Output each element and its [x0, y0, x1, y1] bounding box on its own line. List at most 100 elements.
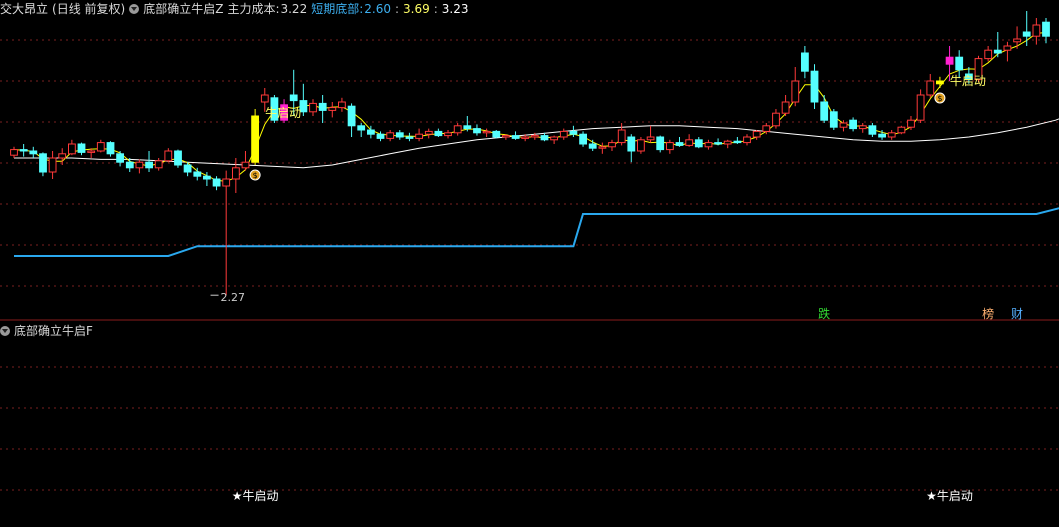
- candle: [29, 146, 38, 158]
- candle-body: [907, 119, 915, 128]
- candle-body: [752, 130, 761, 138]
- candle: [1022, 11, 1031, 46]
- candle-body: [743, 136, 751, 144]
- candle: [434, 128, 443, 137]
- candle-body: [772, 112, 780, 127]
- candle: [309, 99, 317, 116]
- candle-body: [145, 161, 153, 169]
- candle-body: [820, 101, 829, 121]
- candle: [10, 146, 18, 158]
- candle: [48, 151, 57, 179]
- candle-body: [106, 142, 115, 155]
- candle: [328, 102, 337, 118]
- candle-body: [608, 142, 616, 148]
- candle: [1042, 18, 1050, 44]
- candle-body: [559, 130, 568, 138]
- candle-body: [550, 136, 559, 141]
- candle-body: [212, 178, 221, 187]
- candle-body: [405, 136, 414, 139]
- candle-body: [685, 139, 694, 146]
- bottom-line: [14, 207, 1059, 257]
- candle: [656, 135, 665, 153]
- candle: [598, 142, 607, 154]
- candle-body: [704, 142, 713, 148]
- candle: [637, 137, 645, 154]
- candle: [666, 139, 674, 154]
- candle-body: [473, 128, 481, 134]
- candle-body: [260, 94, 269, 103]
- candle-body: [395, 132, 404, 138]
- candle: [318, 95, 327, 123]
- candle-body: [916, 94, 925, 121]
- candle-body: [174, 150, 182, 166]
- candle: [222, 170, 231, 296]
- candle-body: [1032, 24, 1041, 37]
- candle-body: [116, 153, 124, 163]
- candle-body: [656, 136, 665, 151]
- candle: [135, 159, 144, 174]
- candle-body: [801, 52, 809, 72]
- candle-body: [251, 115, 259, 163]
- candle-body: [588, 143, 597, 149]
- candle: [125, 158, 134, 172]
- candle-body: [1022, 31, 1031, 37]
- candle: [415, 128, 424, 142]
- candle-body: [434, 130, 443, 137]
- candle-body: [993, 49, 1002, 54]
- candle: [772, 109, 780, 129]
- candle-body: [376, 133, 385, 139]
- candle-body: [318, 102, 327, 111]
- candle: [781, 95, 790, 116]
- candle-body: [733, 140, 742, 144]
- candle-body: [627, 136, 636, 152]
- bull-start-label: 牛启动: [950, 73, 986, 88]
- candle-body: [328, 107, 337, 111]
- kline-chart: $牛启动$牛启动2.274.13跌榜财涨增★牛启动★牛启动: [0, 11, 1059, 503]
- candle-body: [309, 102, 317, 113]
- candle: [444, 130, 452, 139]
- candle-body: [579, 133, 588, 145]
- candle-body: [839, 122, 848, 128]
- candle-body: [232, 167, 240, 180]
- candle: [569, 125, 578, 137]
- candle-body: [598, 146, 607, 149]
- candle: [232, 158, 240, 193]
- candle: [791, 67, 800, 107]
- candle-body: [347, 105, 356, 127]
- candle-body: [637, 139, 645, 152]
- candle: [694, 137, 703, 149]
- candle: [984, 46, 993, 62]
- candle: [926, 74, 935, 98]
- candle: [685, 134, 694, 147]
- candle: [405, 132, 414, 142]
- candle: [395, 130, 404, 140]
- candle: [540, 132, 549, 142]
- candle-body: [694, 139, 703, 148]
- candle-body: [289, 94, 298, 102]
- candle-body: [87, 150, 96, 153]
- candle-body: [868, 125, 877, 135]
- candle: [829, 109, 838, 130]
- candle: [116, 151, 124, 167]
- candle: [77, 142, 86, 156]
- candle: [492, 130, 501, 139]
- candle-body: [511, 135, 520, 139]
- candle-body: [77, 143, 86, 153]
- candle: [559, 128, 568, 140]
- candle: [608, 139, 616, 151]
- candle-body: [810, 70, 819, 103]
- candle: [164, 148, 173, 163]
- signal-label: 榜: [982, 306, 994, 321]
- candle-body: [675, 142, 684, 146]
- candle: [810, 64, 819, 109]
- candle: [627, 134, 636, 163]
- candle: [1003, 41, 1012, 62]
- candle-body: [781, 101, 790, 114]
- candle-body: [29, 150, 38, 155]
- signal-label: 跌: [818, 306, 830, 321]
- candle-body: [1042, 21, 1050, 37]
- candle: [1032, 18, 1041, 45]
- candle: [463, 116, 472, 132]
- bull-start-label: 牛启动: [265, 105, 301, 120]
- candle: [68, 139, 76, 156]
